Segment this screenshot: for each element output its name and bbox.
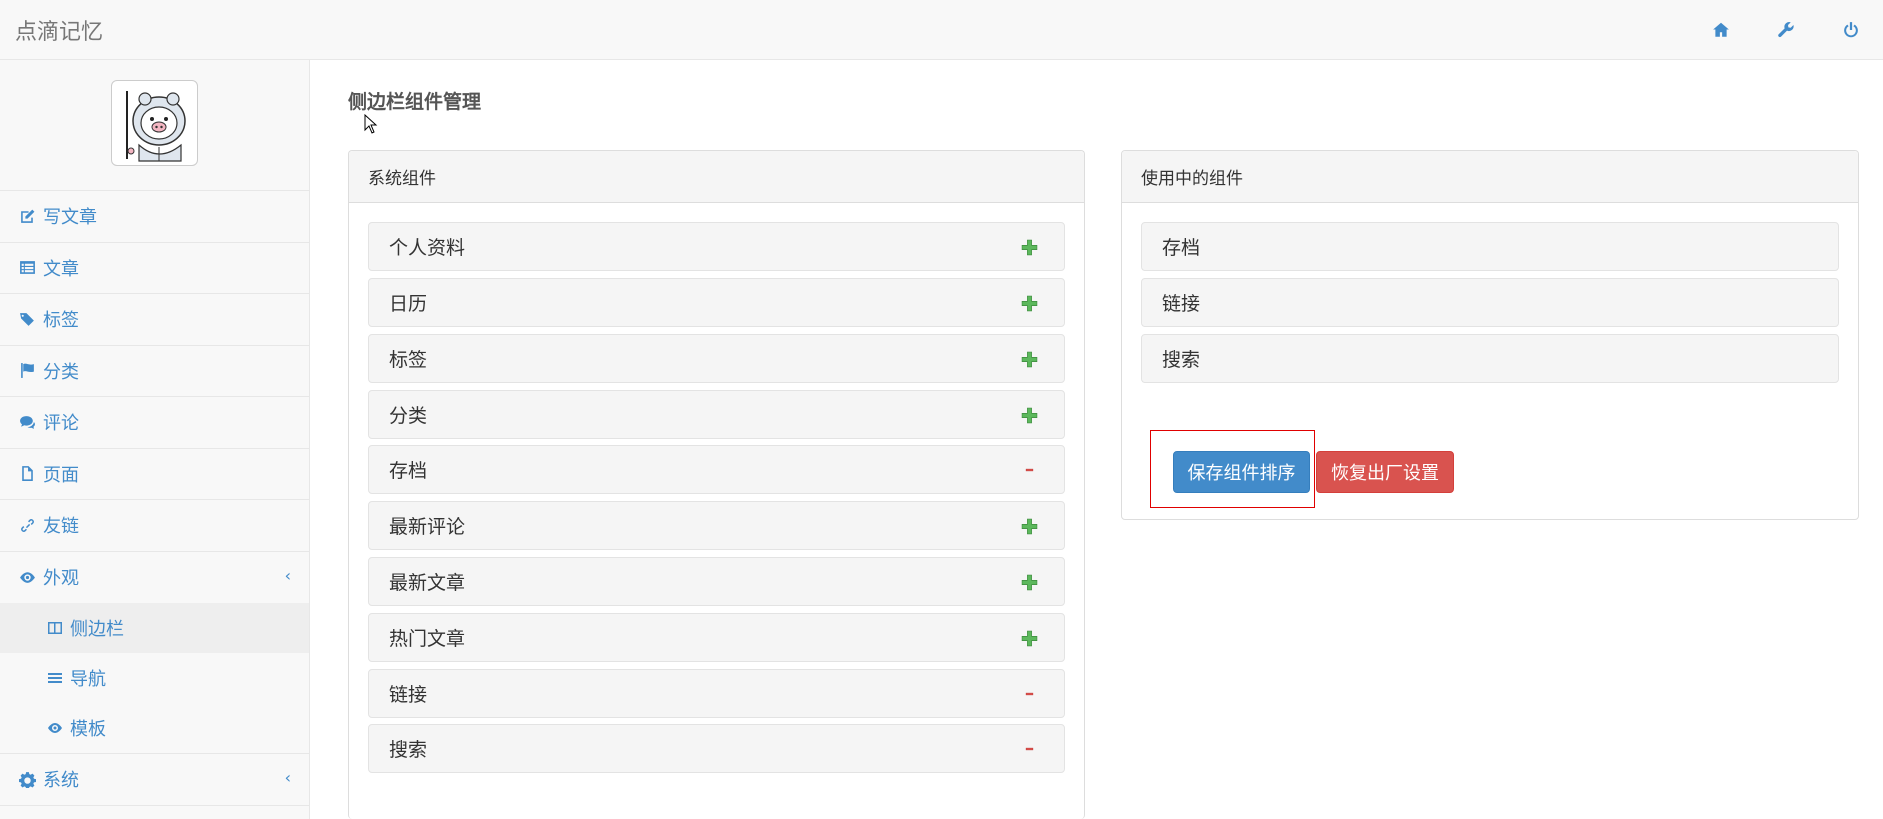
sidebar-item-label: 系统 <box>43 770 79 792</box>
widget-label: 最新评论 <box>389 516 466 538</box>
sidebar-item-label: 外观 <box>43 568 79 590</box>
add-icon[interactable] <box>1021 239 1038 256</box>
edit-icon <box>18 207 36 225</box>
sidebar-item-comments[interactable]: 评论 <box>0 397 309 449</box>
sidebar-item-label: 写文章 <box>43 207 97 229</box>
widget-label: 分类 <box>389 405 428 427</box>
add-icon[interactable] <box>1021 351 1038 368</box>
link-icon <box>18 516 36 534</box>
chevron-left-icon: ‹ <box>284 565 291 585</box>
add-icon[interactable] <box>1021 295 1038 312</box>
highlight-box <box>1150 430 1315 508</box>
sidebar-item-label: 文章 <box>43 258 79 280</box>
widget-label: 最新文章 <box>389 572 466 594</box>
bars-icon <box>46 669 64 687</box>
active-widget-item[interactable]: 搜索 <box>1141 334 1839 383</box>
panel-heading: 系统组件 <box>349 151 1084 203</box>
panel-heading: 使用中的组件 <box>1122 151 1858 203</box>
gear-icon <box>18 770 36 788</box>
add-icon[interactable] <box>1021 630 1038 647</box>
active-widget-item[interactable]: 链接 <box>1141 278 1839 327</box>
widget-label: 链接 <box>1162 293 1201 315</box>
add-icon[interactable] <box>1021 518 1038 535</box>
brand-title[interactable]: 点滴记忆 <box>15 14 103 46</box>
page-title: 侧边栏组件管理 <box>348 91 482 113</box>
widget-item[interactable]: 最新评论 <box>368 501 1065 550</box>
active-widget-item[interactable]: 存档 <box>1141 222 1839 271</box>
eye-icon <box>46 719 64 737</box>
sidebar-subitem-sidebar[interactable]: 侧边栏 <box>0 603 309 653</box>
widget-label: 标签 <box>389 349 428 371</box>
file-icon <box>18 465 36 483</box>
widget-item[interactable]: 存档 <box>368 445 1065 494</box>
sidebar-item-articles[interactable]: 文章 <box>0 243 309 294</box>
mouse-cursor-icon <box>364 114 378 134</box>
sidebar-item-system[interactable]: 系统 ‹ <box>0 754 309 806</box>
sidebar-item-categories[interactable]: 分类 <box>0 346 309 397</box>
reset-defaults-button[interactable]: 恢复出厂设置 <box>1316 451 1454 493</box>
widget-item[interactable]: 搜索 <box>368 724 1065 773</box>
avatar-container <box>0 60 309 191</box>
list-icon <box>18 259 36 277</box>
sidebar-item-tags[interactable]: 标签 <box>0 294 309 346</box>
remove-icon[interactable] <box>1021 747 1038 755</box>
widget-item[interactable]: 个人资料 <box>368 222 1065 271</box>
widget-item[interactable]: 热门文章 <box>368 613 1065 662</box>
sidebar-item-label: 标签 <box>43 310 79 332</box>
tags-icon <box>18 310 36 328</box>
power-icon[interactable] <box>1818 0 1883 60</box>
widget-item[interactable]: 日历 <box>368 278 1065 327</box>
sidebar: 写文章 文章 标签 分类 评论 页面 友链 外观 ‹ 侧边栏 导航 模板 系统 … <box>0 60 310 819</box>
add-icon[interactable] <box>1021 407 1038 424</box>
sidebar-item-label: 友链 <box>43 516 79 538</box>
avatar[interactable] <box>111 80 198 166</box>
top-navbar: 点滴记忆 <box>0 0 1883 60</box>
widget-item[interactable]: 最新文章 <box>368 557 1065 606</box>
widget-item[interactable]: 标签 <box>368 334 1065 383</box>
widget-label: 热门文章 <box>389 628 466 650</box>
sidebar-subitem-label: 侧边栏 <box>70 619 124 640</box>
sidebar-item-label: 页面 <box>43 464 79 486</box>
appearance-submenu: 侧边栏 导航 模板 <box>0 603 309 754</box>
add-icon[interactable] <box>1021 574 1038 591</box>
remove-icon[interactable] <box>1021 468 1038 476</box>
widget-label: 日历 <box>389 293 428 315</box>
remove-icon[interactable] <box>1021 692 1038 700</box>
comments-icon <box>18 413 36 431</box>
widget-label: 搜索 <box>389 739 428 761</box>
sidebar-item-appearance[interactable]: 外观 ‹ <box>0 552 309 604</box>
flag-icon <box>18 362 36 380</box>
home-icon[interactable] <box>1688 0 1753 60</box>
widget-item[interactable]: 链接 <box>368 669 1065 718</box>
widget-label: 链接 <box>389 684 428 706</box>
navbar-icons <box>1688 0 1883 60</box>
widget-label: 存档 <box>1162 237 1201 259</box>
system-widgets-panel: 系统组件 个人资料 日历 标签 分类 存档 最新评论 最新文章 热门文章 链接 … <box>348 150 1085 819</box>
widget-label: 存档 <box>389 460 428 482</box>
widget-label: 个人资料 <box>389 237 466 259</box>
columns-icon <box>46 619 64 637</box>
sidebar-item-label: 分类 <box>43 361 79 383</box>
sidebar-subitem-navigation[interactable]: 导航 <box>0 653 309 703</box>
chevron-left-icon: ‹ <box>284 768 291 787</box>
sidebar-item-label: 评论 <box>43 413 79 435</box>
sidebar-item-pages[interactable]: 页面 <box>0 449 309 500</box>
widget-label: 搜索 <box>1162 349 1201 371</box>
sidebar-subitem-label: 导航 <box>70 669 106 690</box>
eye-icon <box>18 568 36 586</box>
wrench-icon[interactable] <box>1753 0 1818 60</box>
sidebar-item-write[interactable]: 写文章 <box>0 191 309 243</box>
sidebar-subitem-label: 模板 <box>70 719 106 740</box>
widget-item[interactable]: 分类 <box>368 390 1065 439</box>
sidebar-subitem-templates[interactable]: 模板 <box>0 703 309 753</box>
sidebar-item-friendlinks[interactable]: 友链 <box>0 500 309 552</box>
